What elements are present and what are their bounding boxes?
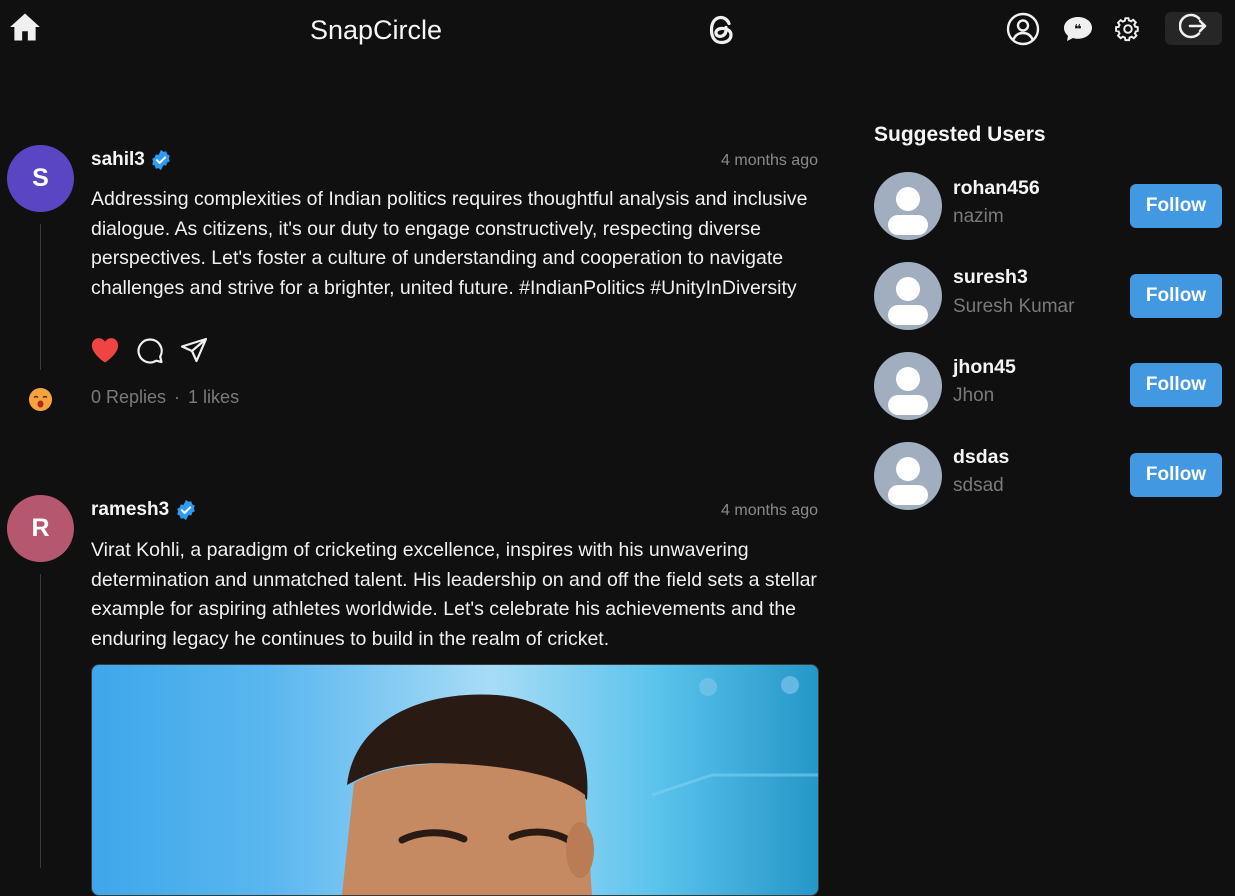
post-avatar[interactable]: R <box>7 495 74 562</box>
follow-button[interactable]: Follow <box>1130 453 1222 497</box>
follow-button[interactable]: Follow <box>1130 363 1222 407</box>
user-avatar-icon[interactable] <box>874 442 942 510</box>
post-time: 4 months ago <box>721 152 818 169</box>
threads-logo-icon[interactable] <box>705 12 738 48</box>
follow-button[interactable]: Follow <box>1130 274 1222 318</box>
logout-icon <box>1178 11 1209 46</box>
post-stats: 0 Replies · 1 likes <box>91 386 239 408</box>
chat-icon[interactable]: ❝ <box>1061 12 1095 46</box>
logout-button[interactable] <box>1165 12 1222 45</box>
post-username[interactable]: sahil3 <box>91 148 145 172</box>
app-title: SnapCircle <box>310 15 443 45</box>
suggested-username[interactable]: suresh3 <box>953 265 1028 289</box>
reply-avatar-emoji-icon <box>29 388 52 411</box>
thread-line <box>40 224 41 370</box>
home-icon[interactable] <box>8 10 42 44</box>
gear-icon[interactable] <box>1111 12 1145 46</box>
thread-line <box>40 574 41 868</box>
likes-count[interactable]: 1 likes <box>188 387 239 407</box>
suggested-name: Suresh Kumar <box>953 296 1075 317</box>
post-username[interactable]: ramesh3 <box>91 498 169 522</box>
verified-icon <box>150 149 172 171</box>
suggested-username[interactable]: jhon45 <box>953 355 1016 379</box>
user-avatar-icon[interactable] <box>874 262 942 330</box>
user-avatar-icon[interactable] <box>874 172 942 240</box>
suggested-username[interactable]: rohan456 <box>953 176 1040 200</box>
post-time: 4 months ago <box>721 502 818 519</box>
post-text: Virat Kohli, a paradigm of cricketing ex… <box>91 539 817 650</box>
post-text: Addressing complexities of Indian politi… <box>91 188 808 299</box>
suggested-name: Jhon <box>953 385 995 406</box>
comment-icon[interactable] <box>136 337 166 367</box>
post-avatar[interactable]: S <box>7 145 74 212</box>
verified-icon <box>175 499 197 521</box>
post-image[interactable] <box>91 664 819 896</box>
suggested-users-title: Suggested Users <box>874 123 1046 146</box>
share-icon[interactable] <box>180 337 210 367</box>
suggested-name: nazim <box>953 206 1004 227</box>
suggested-name: sdsad <box>953 475 1004 496</box>
user-avatar-icon[interactable] <box>874 352 942 420</box>
svg-text:❝: ❝ <box>1074 23 1082 38</box>
stats-separator: · <box>174 387 181 407</box>
follow-button[interactable]: Follow <box>1130 184 1222 228</box>
profile-icon[interactable] <box>1006 12 1040 46</box>
suggested-username[interactable]: dsdas <box>953 445 1009 469</box>
like-icon[interactable] <box>90 336 120 366</box>
replies-count[interactable]: 0 Replies <box>91 387 166 407</box>
